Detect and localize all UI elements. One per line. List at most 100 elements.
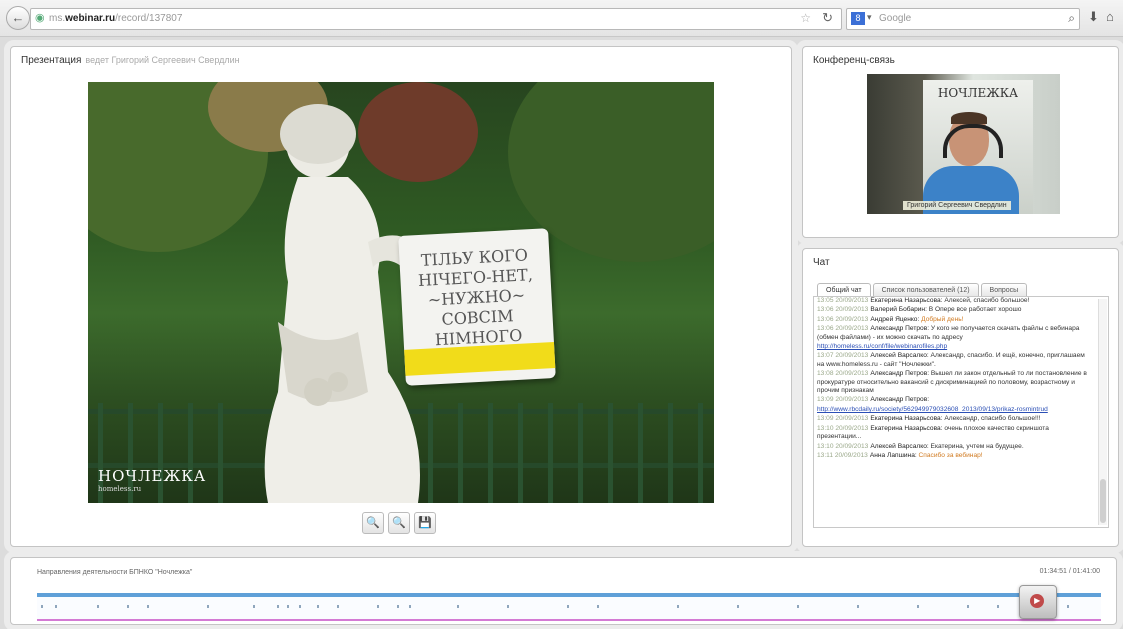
message-author: Александр Петров: bbox=[870, 370, 930, 378]
message-link[interactable]: http://www.rbcdaily.ru/society/562949979… bbox=[817, 406, 1048, 413]
playhead-handle[interactable]: ▶ bbox=[1019, 585, 1058, 619]
video-banner-text: НОЧЛЕЖКА bbox=[937, 86, 1019, 100]
timeline-marker bbox=[277, 605, 279, 608]
presentation-panel: Презентация ведет Григорий Сергеевич Свер… bbox=[10, 46, 792, 547]
slide-controls: 🔍 🔍 💾 bbox=[362, 512, 440, 534]
star-icon[interactable]: ☆ bbox=[800, 11, 811, 25]
chat-message: http://www.rbcdaily.ru/society/562949979… bbox=[814, 406, 1108, 415]
timeline-marker bbox=[337, 605, 339, 608]
timeline-track[interactable] bbox=[37, 593, 1101, 621]
timeline-marker bbox=[917, 605, 919, 608]
conference-title: Конференц-связь bbox=[813, 55, 895, 66]
timeline-marker bbox=[409, 605, 411, 608]
tab-general-chat[interactable]: Общий чат bbox=[817, 283, 871, 297]
chevron-down-icon[interactable]: ▾ bbox=[867, 12, 872, 23]
message-timestamp: 13:09 20/09/2013 bbox=[817, 415, 869, 423]
message-author: Александр Петров: bbox=[870, 396, 930, 404]
message-timestamp: 13:10 20/09/2013 bbox=[817, 424, 869, 432]
timeline-marker bbox=[507, 605, 509, 608]
tab-users[interactable]: Список пользователей (12) bbox=[872, 283, 979, 297]
message-text: Спасибо за вебинар! bbox=[918, 451, 983, 459]
reload-icon[interactable]: ↻ bbox=[822, 10, 833, 26]
timeline-marker bbox=[317, 605, 319, 608]
timeline-marker bbox=[967, 605, 969, 608]
chat-message: 13:09 20/09/2013 Александр Петров: bbox=[814, 396, 1108, 405]
conference-panel: Конференц-связь НОЧЛЕЖКА Григорий Сергее… bbox=[802, 46, 1119, 238]
globe-icon: ◉ bbox=[35, 12, 45, 24]
message-link[interactable]: http://homeless.ru/conf/file/webinarofil… bbox=[817, 343, 947, 350]
message-text: Алексей, спасибо большое! bbox=[944, 297, 1030, 304]
chat-messages[interactable]: 13:05 20/09/2013 Екатерина Назарьсова: Ал… bbox=[813, 296, 1109, 528]
presentation-title: Презентация bbox=[21, 55, 82, 66]
message-author: Екатерина Назарьсова: bbox=[870, 415, 943, 423]
timeline-marker bbox=[55, 605, 57, 608]
download-icon[interactable]: ⬇ bbox=[1088, 9, 1099, 25]
chat-message: 13:06 20/09/2013 Александр Петров: У кого… bbox=[814, 325, 1108, 343]
browser-toolbar: ← ◉ ms.webinar.ru/record/137807 ☆ ↻ 8 ▾ … bbox=[0, 0, 1123, 37]
url-text[interactable]: ms.webinar.ru/record/137807 bbox=[49, 13, 182, 24]
chat-title: Чат bbox=[813, 257, 830, 268]
timeline-marker bbox=[567, 605, 569, 608]
message-text: Александр, спасибо большое!!! bbox=[944, 415, 1041, 423]
slide-logo: НОЧЛЕЖКА homeless.ru bbox=[98, 467, 206, 493]
back-button[interactable]: ← bbox=[6, 6, 30, 30]
chat-message: 13:06 20/09/2013 Андрей Яценко: Добрый де… bbox=[814, 316, 1108, 325]
message-timestamp: 13:06 20/09/2013 bbox=[817, 325, 869, 333]
search-input[interactable]: Google bbox=[879, 13, 911, 24]
message-timestamp: 13:11 20/09/2013 bbox=[817, 451, 868, 459]
timeline-marker bbox=[1067, 605, 1069, 608]
slide-image: ТІЛЬУ КОГО НІЧЕГО-НЕТ, ~НУЖНО~ СОВСІМ НІ… bbox=[88, 82, 714, 503]
timeline-marker bbox=[253, 605, 255, 608]
chat-message: 13:10 20/09/2013 Екатерина Назарьсова: оч… bbox=[814, 425, 1108, 443]
zoom-in-button[interactable]: 🔍 bbox=[362, 512, 384, 534]
address-bar[interactable]: ◉ ms.webinar.ru/record/137807 ☆ ↻ bbox=[30, 8, 842, 30]
timeline-marker bbox=[97, 605, 99, 608]
message-author: Алексей Варсалко: bbox=[870, 442, 929, 450]
zoom-out-button[interactable]: 🔍 bbox=[388, 512, 410, 534]
message-text: Екатерина, учтем на будущее. bbox=[930, 442, 1024, 450]
scrollbar-thumb[interactable] bbox=[1100, 479, 1106, 523]
timeline-time: 01:34:51 / 01:41:00 bbox=[1039, 568, 1100, 575]
presenter-name: ведет Григорий Сергеевич Свердлин bbox=[85, 55, 240, 65]
search-bar[interactable]: 8 ▾ Google ⌕ bbox=[846, 8, 1080, 30]
speaker-caption: Григорий Сергеевич Свердлин bbox=[903, 201, 1011, 210]
search-icon[interactable]: ⌕ bbox=[1068, 11, 1075, 26]
home-icon[interactable]: ⌂ bbox=[1106, 9, 1114, 24]
timeline-marker bbox=[397, 605, 399, 608]
message-timestamp: 13:07 20/09/2013 bbox=[817, 352, 869, 360]
message-text: Добрый день! bbox=[921, 315, 964, 323]
sign-text: ТІЛЬУ КОГО НІЧЕГО-НЕТ, ~НУЖНО~ СОВСІМ НІ… bbox=[417, 245, 534, 350]
timeline-marker bbox=[41, 605, 43, 608]
message-author: Анна Лапшина: bbox=[869, 451, 917, 459]
chat-message: 13:07 20/09/2013 Алексей Варсалко: Алекса… bbox=[814, 352, 1108, 370]
message-author: Александр Петров: bbox=[870, 325, 930, 333]
chat-message: 13:09 20/09/2013 Екатерина Назарьсова: Ал… bbox=[814, 415, 1108, 424]
message-author: Валерий Бобарин: bbox=[870, 306, 927, 314]
video-stream[interactable]: НОЧЛЕЖКА Григорий Сергеевич Свердлин bbox=[867, 74, 1060, 214]
message-author: Екатерина Назарьсова: bbox=[870, 297, 943, 304]
chat-message: 13:10 20/09/2013 Алексей Варсалко: Екатер… bbox=[814, 443, 1108, 452]
timeline-marker bbox=[797, 605, 799, 608]
slide-sign: ТІЛЬУ КОГО НІЧЕГО-НЕТ, ~НУЖНО~ СОВСІМ НІ… bbox=[398, 228, 556, 386]
timeline-marker bbox=[737, 605, 739, 608]
message-author: Екатерина Назарьсова: bbox=[870, 424, 943, 432]
chat-panel: Чат Общий чат Список пользователей (12) Во… bbox=[802, 248, 1119, 547]
message-author: Алексей Варсалко: bbox=[870, 352, 929, 360]
search-engine-icon[interactable]: 8 bbox=[851, 12, 865, 25]
speaker-hair bbox=[951, 112, 987, 124]
logo-text: НОЧЛЕЖКА bbox=[98, 467, 207, 485]
message-timestamp: 13:09 20/09/2013 bbox=[817, 396, 869, 404]
timeline-marker bbox=[147, 605, 149, 608]
panel-title: Презентация ведет Григорий Сергеевич Свер… bbox=[21, 55, 240, 66]
message-timestamp: 13:08 20/09/2013 bbox=[817, 370, 869, 378]
play-icon[interactable]: ▶ bbox=[1030, 594, 1045, 608]
message-timestamp: 13:10 20/09/2013 bbox=[817, 442, 869, 450]
timeline-markers bbox=[37, 605, 1101, 609]
chat-scrollbar[interactable] bbox=[1098, 299, 1107, 525]
chat-message: 13:11 20/09/2013 Анна Лапшина: Спасибо за… bbox=[814, 452, 1108, 461]
timeline-marker bbox=[857, 605, 859, 608]
tab-questions[interactable]: Вопросы bbox=[980, 283, 1028, 297]
timeline-marker bbox=[597, 605, 599, 608]
timeline-marker bbox=[677, 605, 679, 608]
save-button[interactable]: 💾 bbox=[414, 512, 436, 534]
